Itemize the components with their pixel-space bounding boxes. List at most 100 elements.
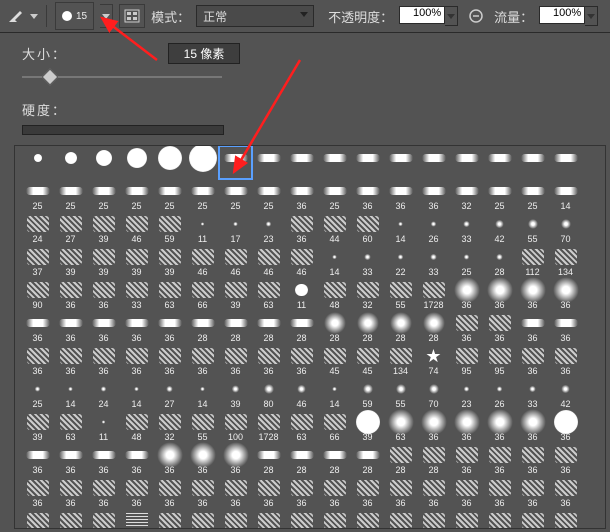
brush-swatch[interactable]: 36 <box>549 476 582 509</box>
brush-swatch[interactable]: 25 <box>252 179 285 212</box>
brush-swatch[interactable]: 36 <box>549 344 582 377</box>
brush-swatch[interactable]: 28 <box>252 443 285 476</box>
slider-thumb[interactable] <box>42 69 59 86</box>
brush-swatch[interactable]: 80 <box>252 377 285 410</box>
brush-swatch[interactable]: 28 <box>285 443 318 476</box>
brush-swatch[interactable]: 36 <box>450 278 483 311</box>
brush-swatch[interactable]: 100 <box>219 410 252 443</box>
brush-swatch[interactable]: 36 <box>285 212 318 245</box>
brush-panel-toggle[interactable] <box>119 4 145 28</box>
brush-swatch[interactable]: 28 <box>318 311 351 344</box>
brush-swatch[interactable]: 36 <box>87 443 120 476</box>
brush-swatch[interactable]: 22 <box>384 245 417 278</box>
brush-swatch[interactable]: 17 <box>219 212 252 245</box>
brush-swatch[interactable]: 25 <box>516 509 549 529</box>
brush-swatch[interactable] <box>450 146 483 179</box>
brush-swatch[interactable] <box>318 146 351 179</box>
brush-swatch[interactable]: 25 <box>153 509 186 529</box>
brush-swatch[interactable]: 36 <box>318 509 351 529</box>
brush-swatch[interactable]: 36 <box>417 410 450 443</box>
brush-swatch[interactable]: 37 <box>21 245 54 278</box>
brush-swatch[interactable]: 32 <box>351 278 384 311</box>
size-input[interactable]: 15 像素 <box>168 43 240 64</box>
brush-swatch[interactable]: 36 <box>186 476 219 509</box>
brush-swatch[interactable]: 14 <box>549 179 582 212</box>
brush-swatch[interactable]: 24 <box>87 377 120 410</box>
brush-swatch[interactable]: 36 <box>450 410 483 443</box>
brush-swatch[interactable]: 36 <box>318 476 351 509</box>
brush-swatch[interactable]: 36 <box>384 476 417 509</box>
brush-swatch[interactable]: 14 <box>318 377 351 410</box>
brush-swatch[interactable]: 32 <box>153 410 186 443</box>
brush-swatch[interactable]: 36 <box>483 443 516 476</box>
brush-swatch[interactable]: 33 <box>351 245 384 278</box>
brush-swatch[interactable]: 36 <box>186 344 219 377</box>
brush-swatch[interactable]: 36 <box>483 509 516 529</box>
brush-swatch[interactable]: 63 <box>54 410 87 443</box>
brush-swatch[interactable]: 25 <box>186 179 219 212</box>
brush-swatch[interactable]: 32 <box>21 509 54 529</box>
brush-swatch[interactable]: 25 <box>120 179 153 212</box>
brush-swatch[interactable]: 134 <box>384 344 417 377</box>
brush-swatch[interactable]: 48 <box>120 410 153 443</box>
size-slider[interactable] <box>22 70 222 84</box>
brush-swatch[interactable] <box>252 146 285 179</box>
brush-swatch[interactable]: 36 <box>54 443 87 476</box>
brush-swatch[interactable]: 28 <box>483 245 516 278</box>
brush-swatch[interactable]: 36 <box>153 344 186 377</box>
brush-swatch[interactable]: 25 <box>318 179 351 212</box>
brush-swatch[interactable]: 25 <box>516 179 549 212</box>
brush-swatch[interactable] <box>120 146 153 179</box>
brush-swatch[interactable]: 36 <box>153 476 186 509</box>
brush-swatch[interactable]: 36 <box>450 509 483 529</box>
brush-swatch[interactable] <box>516 146 549 179</box>
brush-swatch[interactable]: 36 <box>21 311 54 344</box>
brush-swatch[interactable]: 36 <box>54 278 87 311</box>
brush-swatch[interactable]: 11 <box>285 278 318 311</box>
brush-swatch[interactable]: 36 <box>21 344 54 377</box>
brush-swatch[interactable]: 46 <box>252 245 285 278</box>
brush-swatch[interactable]: 46 <box>186 245 219 278</box>
brush-swatch[interactable]: 36 <box>351 179 384 212</box>
brush-swatch[interactable]: 23 <box>450 377 483 410</box>
brush-swatch[interactable]: 36 <box>120 311 153 344</box>
brush-swatch[interactable]: 36 <box>417 476 450 509</box>
brush-swatch[interactable] <box>21 146 54 179</box>
brush-swatch[interactable]: 66 <box>186 278 219 311</box>
brush-swatch[interactable]: 36 <box>516 311 549 344</box>
brush-swatch[interactable]: 25 <box>153 179 186 212</box>
brush-swatch[interactable]: 39 <box>219 278 252 311</box>
brush-swatch[interactable]: 63 <box>252 278 285 311</box>
brush-swatch[interactable]: 28 <box>186 311 219 344</box>
brush-swatch[interactable]: 11 <box>186 212 219 245</box>
brush-swatch[interactable]: 95 <box>483 344 516 377</box>
brush-swatch[interactable]: 66 <box>318 410 351 443</box>
brush-swatch[interactable]: 55 <box>516 212 549 245</box>
brush-swatch[interactable]: 25 <box>21 377 54 410</box>
brush-swatch[interactable]: 28 <box>252 311 285 344</box>
brush-swatch[interactable]: 36 <box>87 476 120 509</box>
hardness-slider[interactable] <box>22 125 224 135</box>
brush-swatch[interactable]: 36 <box>87 311 120 344</box>
brush-swatch[interactable]: 36 <box>285 476 318 509</box>
brush-swatch[interactable] <box>285 146 318 179</box>
brush-swatch[interactable]: 39 <box>21 410 54 443</box>
brush-swatch[interactable]: 25 <box>219 179 252 212</box>
brush-swatch[interactable] <box>417 146 450 179</box>
brush-swatch[interactable]: 36 <box>120 476 153 509</box>
brush-swatch[interactable]: 36 <box>549 410 582 443</box>
brush-swatch[interactable]: 36 <box>153 311 186 344</box>
brush-swatch[interactable]: 36 <box>417 509 450 529</box>
brush-swatch[interactable]: 45 <box>318 344 351 377</box>
brush-swatch[interactable]: 36 <box>516 443 549 476</box>
brush-swatch[interactable]: 25 <box>483 179 516 212</box>
brush-swatch[interactable]: 46 <box>120 212 153 245</box>
brush-swatch[interactable]: 36 <box>285 179 318 212</box>
opacity-input[interactable]: 100% <box>399 6 445 24</box>
brush-swatch[interactable]: 36 <box>417 179 450 212</box>
brush-swatch[interactable]: 32 <box>450 179 483 212</box>
brush-swatch[interactable]: 42 <box>549 377 582 410</box>
brush-swatch[interactable]: 25 <box>21 179 54 212</box>
brush-swatch[interactable]: 36 <box>549 278 582 311</box>
brush-swatch[interactable]: 36 <box>516 476 549 509</box>
